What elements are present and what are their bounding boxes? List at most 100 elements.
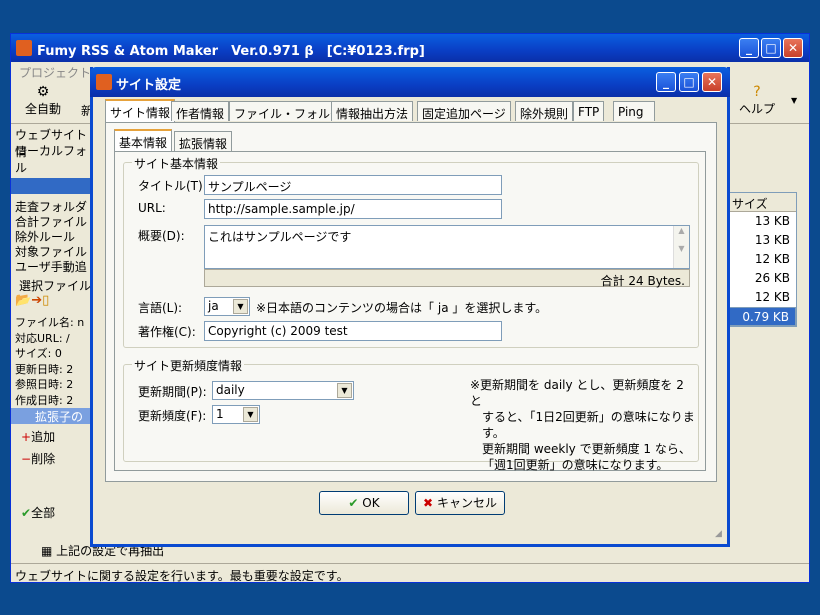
table-row[interactable]: 12 KB [728, 250, 796, 269]
left-panel: ウェブサイト情 ローカルフォル 走査フォルダ 合計ファイル 除外ルール 対象ファ… [11, 124, 97, 524]
dialog-close-button[interactable]: ✕ [702, 72, 722, 92]
file-field: 対応URL: / [15, 331, 70, 345]
app-icon [96, 74, 112, 90]
tab-extraction[interactable]: 情報抽出方法 [331, 101, 414, 121]
main-title: Fumy RSS & Atom Maker Ver.0.971 β [C:¥01… [37, 44, 425, 59]
blue-bar [11, 178, 97, 194]
ok-button[interactable]: ✔ OK [319, 491, 409, 515]
info-line: 対象ファイル [15, 245, 88, 259]
add-button[interactable]: +追加 [15, 428, 93, 450]
note-line: すると、「1日2回更新」の意味になります。 [482, 410, 695, 440]
basic-info-panel: サイト基本情報 タイトル(T): サンプルページ URL: http://sam… [114, 151, 706, 473]
period-label: 更新期間(P): [138, 385, 207, 399]
local-folder-line: ローカルフォル [15, 144, 88, 175]
size-header[interactable]: サイズ [728, 193, 796, 212]
close-button[interactable]: ✕ [783, 38, 803, 58]
dialog-maximize-button[interactable]: □ [679, 72, 699, 92]
file-arrow-icon[interactable]: ➔ [31, 293, 42, 308]
main-titlebar: Fumy RSS & Atom Maker Ver.0.971 β [C:¥01… [11, 34, 809, 62]
period-select[interactable]: daily ▼ [212, 381, 354, 400]
update-note: ※更新期間を daily とし、更新頻度を 2 と すると、「1日2回更新」の意… [470, 377, 698, 473]
copyright-input[interactable]: Copyright (c) 2009 test [204, 321, 502, 341]
file-field: 参照日時: 2 [15, 378, 74, 391]
auto-all-label: 全自動 [24, 102, 61, 116]
freq-select[interactable]: 1 ▼ [212, 405, 260, 424]
help-button[interactable]: ? ヘルプ [733, 84, 781, 117]
tab-ping[interactable]: Ping [613, 101, 655, 121]
x-icon: ✖ [423, 496, 434, 510]
dialog-title: サイト設定 [116, 78, 182, 93]
help-icon: ? [753, 84, 761, 100]
period-value: daily [216, 383, 245, 397]
tab-fixed-pages[interactable]: 固定追加ページ [417, 101, 511, 121]
note-line: 「週1回更新」の意味になります。 [482, 458, 669, 472]
selected-file-label: 選択ファイル [19, 279, 92, 293]
ext-bar: 拡張子の [11, 408, 97, 424]
auto-all-button[interactable]: ⚙ 全自動 [17, 84, 69, 117]
table-row-selected[interactable]: 0.79 KB [728, 307, 796, 326]
desc-textarea[interactable]: これはサンプルページです ▲ ▼ [204, 225, 690, 269]
dialog-titlebar: サイト設定 _ □ ✕ [90, 67, 730, 97]
lang-value: ja [208, 299, 219, 313]
title-label: タイトル(T): [138, 179, 207, 193]
file-field: 更新日時: 2 [15, 362, 74, 376]
minimize-button[interactable]: _ [739, 38, 759, 58]
url-input[interactable]: http://sample.sample.jp/ [204, 199, 502, 219]
table-row[interactable]: 13 KB [728, 212, 796, 231]
lang-label: 言語(L): [138, 301, 183, 315]
info-line: ユーザ手動追 [15, 260, 87, 274]
table-row[interactable]: 13 KB [728, 231, 796, 250]
tab-author-info[interactable]: 作者情報 [171, 101, 230, 121]
cancel-button[interactable]: ✖ キャンセル [415, 491, 505, 515]
delete-button[interactable]: −削除 [15, 450, 93, 472]
clipboard-icon[interactable]: ▯ [42, 293, 49, 308]
tab-ftp[interactable]: FTP [573, 101, 605, 121]
site-info-panel: 基本情報 拡張情報 サイト基本情報 タイトル(T): サンプルページ URL: … [105, 122, 717, 482]
lang-note: ※日本語のコンテンツの場合は「 ja 」を選択します。 [256, 301, 548, 315]
remove-icon: − [21, 452, 32, 466]
chevron-down-icon[interactable]: ▼ [337, 383, 352, 398]
title-input[interactable]: サンプルページ [204, 175, 502, 195]
check-icon: ✔ [348, 496, 359, 510]
help-label: ヘルプ [738, 102, 775, 116]
size-column: サイズ 13 KB 13 KB 12 KB 26 KB 12 KB 0.79 K… [727, 192, 797, 327]
tab-file-folder[interactable]: ファイル・フォルダ [229, 101, 348, 121]
info-line: 走査フォルダ [15, 200, 88, 214]
toolbar-dropdown-icon[interactable]: ▼ [791, 96, 797, 105]
site-basic-group: サイト基本情報 タイトル(T): サンプルページ URL: http://sam… [123, 155, 699, 348]
table-row[interactable]: 26 KB [728, 269, 796, 288]
all-button[interactable]: ✔全部 [15, 504, 93, 524]
desc-text: これはサンプルページです [208, 230, 352, 244]
tab-extended-info[interactable]: 拡張情報 [174, 131, 233, 151]
copyright-label: 著作権(C): [138, 325, 196, 339]
note-line: ※更新期間を daily とし、更新頻度を 2 と [470, 378, 684, 408]
info-line: 除外ルール [15, 230, 76, 244]
folder-open-icon[interactable]: 📂 [15, 293, 31, 308]
check-icon: ✔ [21, 506, 32, 520]
website-info-line: ウェブサイト情 [15, 128, 88, 159]
tab-exclusion[interactable]: 除外規則 [515, 101, 574, 121]
tab-site-info[interactable]: サイト情報 [105, 99, 176, 123]
resize-grip-icon[interactable]: ◢ [715, 529, 722, 539]
file-field: 作成日時: 2 [15, 393, 74, 407]
file-fields: ファイル名: n 対応URL: / サイズ: 0 更新日時: 2 参照日時: 2… [15, 315, 93, 408]
maximize-button[interactable]: □ [761, 38, 781, 58]
chevron-down-icon[interactable]: ▼ [233, 299, 248, 314]
info-line: 合計ファイル [15, 215, 88, 229]
table-row[interactable]: 12 KB [728, 288, 796, 307]
lang-select[interactable]: ja ▼ [204, 297, 250, 316]
url-label: URL: [138, 201, 166, 215]
tab-basic-info[interactable]: 基本情報 [114, 129, 173, 153]
desc-label: 概要(D): [138, 229, 185, 243]
dialog-minimize-button[interactable]: _ [656, 72, 676, 92]
site-settings-dialog: サイト設定 _ □ ✕ サイト情報 作者情報 ファイル・フォルダ 情報抽出方法 … [90, 67, 730, 547]
byte-count: 合計 24 Bytes. [204, 269, 690, 288]
group-legend: サイト更新頻度情報 [132, 357, 245, 374]
add-icon: + [21, 430, 32, 444]
scrollbar[interactable]: ▲ ▼ [673, 226, 689, 268]
file-action-icons: 📂➔▯ [15, 293, 93, 315]
freq-value: 1 [216, 407, 224, 421]
gear-icon: ⚙ [36, 84, 50, 100]
status-text: ウェブサイトに関する設定を行います。最も重要な設定です。 [15, 569, 349, 583]
chevron-down-icon[interactable]: ▼ [243, 407, 258, 422]
